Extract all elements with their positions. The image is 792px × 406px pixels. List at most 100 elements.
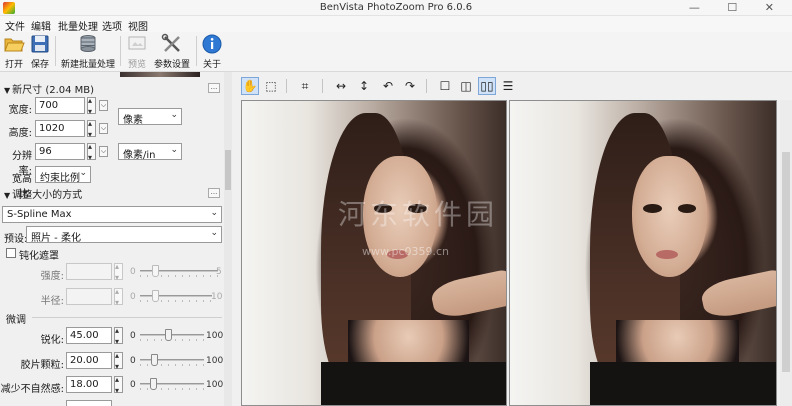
preset-select[interactable]: 照片 - 柔化 ⌄ [26, 226, 222, 244]
scrollbar-thumb[interactable] [782, 152, 790, 372]
fit-width-icon[interactable]: ↔ [332, 77, 350, 95]
scrollbar-thumb[interactable] [225, 150, 231, 190]
size-unit-select[interactable]: 像素 ⌄ [118, 108, 182, 126]
resize-method-options-button[interactable]: ... [208, 188, 220, 198]
side-by-side-view-icon[interactable]: ▯▯ [478, 77, 496, 95]
artifact-reduction-max: 100 [206, 380, 224, 390]
collapse-triangle-icon: ▼ [4, 86, 11, 95]
preview-image-pane[interactable] [509, 100, 777, 406]
hand-tool-icon[interactable]: ✋ [241, 77, 259, 95]
slider-handle[interactable] [151, 354, 158, 366]
strength-label: 强度: [40, 271, 64, 282]
width-spinner[interactable] [87, 96, 96, 116]
watermark-url: www.pc0359.cn [362, 245, 450, 258]
next-field-input[interactable] [66, 400, 112, 406]
new-batch-button[interactable]: 新建批量处理 [60, 33, 116, 70]
artifact-reduction-slider[interactable] [140, 378, 204, 390]
about-button[interactable]: 关于 [200, 33, 224, 70]
strength-min: 0 [130, 267, 136, 277]
radius-input[interactable] [66, 288, 112, 305]
save-label: 保存 [30, 60, 49, 70]
watermark-logo: 河东软件园 [338, 198, 499, 231]
toolbar-divider [322, 79, 323, 93]
radius-spinner[interactable] [114, 287, 123, 307]
artifact-reduction-spinner[interactable] [114, 375, 123, 395]
toolbar-divider [196, 36, 197, 66]
rotate-right-icon[interactable]: ↷ [401, 77, 419, 95]
folder-open-icon [4, 38, 25, 52]
open-button[interactable]: 打开 [2, 33, 26, 70]
chevron-down-icon: ⌄ [170, 145, 178, 155]
new-size-options-button[interactable]: ... [208, 83, 220, 93]
floppy-disk-icon [31, 35, 49, 53]
strength-slider[interactable] [140, 265, 218, 277]
settings-panel: ▼新尺寸 (2.04 MB) ... 宽度: 700 ⌵ 高度: 1020 ⌵ … [0, 72, 232, 406]
sharpen-slider[interactable] [140, 329, 204, 341]
toolbar-divider [120, 36, 121, 66]
preview-scrollbar[interactable] [780, 100, 792, 406]
radius-max: 10 [211, 292, 223, 302]
resolution-input[interactable]: 96 [35, 143, 85, 160]
original-image-pane[interactable]: 河东软件园 www.pc0359.cn [241, 100, 507, 406]
rotate-left-icon[interactable]: ↶ [379, 77, 397, 95]
info-icon [202, 34, 222, 54]
height-input[interactable]: 1020 [35, 120, 85, 137]
slider-handle[interactable] [150, 378, 157, 390]
link-icon[interactable]: ⌵ [99, 100, 108, 111]
preview-icon [128, 36, 146, 50]
single-view-icon[interactable]: ☐ [436, 77, 454, 95]
chevron-down-icon: ⌄ [210, 228, 218, 238]
radius-slider[interactable] [140, 290, 212, 302]
toolbar-divider [55, 36, 56, 66]
settings-button[interactable]: 参数设置 [153, 33, 191, 70]
menu-bar: 文件 编辑 批量处理 选项 视图 [0, 16, 792, 33]
film-grain-slider[interactable] [140, 354, 204, 366]
artifact-reduction-input[interactable]: 18.00 [66, 376, 112, 393]
resolution-spinner[interactable] [87, 142, 96, 162]
slider-handle[interactable] [165, 329, 172, 341]
slider-handle[interactable] [152, 290, 159, 302]
artifact-reduction-label: 减少不自然感: [0, 384, 64, 395]
preview-button[interactable]: 预览 [124, 33, 150, 70]
link-icon[interactable]: ⌵ [99, 146, 108, 157]
toolbar-divider [286, 79, 287, 93]
stacked-view-icon[interactable]: ☰ [499, 77, 517, 95]
radius-min: 0 [130, 292, 136, 302]
tools-icon [161, 33, 180, 52]
unsharp-mask-checkbox[interactable] [6, 248, 16, 258]
film-grain-input[interactable]: 20.00 [66, 352, 112, 369]
film-grain-spinner[interactable] [114, 351, 123, 371]
new-size-header[interactable]: ▼ 新尺寸 (2.04 MB) [4, 81, 94, 96]
save-button[interactable]: 保存 [28, 33, 52, 70]
height-label: 高度: [8, 128, 32, 139]
resize-method-select[interactable]: S-Spline Max ⌄ [2, 206, 222, 223]
finetune-header: 微调 [6, 315, 26, 326]
resolution-unit-select[interactable]: 像素/in ⌄ [118, 143, 182, 161]
strength-spinner[interactable] [114, 262, 123, 282]
film-grain-max: 100 [206, 356, 224, 366]
sharpen-min: 0 [130, 331, 136, 341]
resize-method-title: 调整大小的方式 [12, 190, 83, 201]
main-toolbar: 打开 保存 新建批量处理 预览 参数设置 关于 [0, 32, 792, 72]
window-controls[interactable]: — ☐ ✕ [689, 1, 786, 14]
film-grain-label: 胶片颗粒: [20, 360, 64, 371]
section-divider [32, 317, 222, 318]
sharpen-spinner[interactable] [114, 326, 123, 346]
settings-scrollbar[interactable] [224, 72, 232, 406]
size-unit-value: 像素 [123, 115, 143, 126]
unsharp-mask-label: 钝化遮罩 [19, 251, 59, 262]
open-label: 打开 [4, 60, 23, 70]
sharpen-input[interactable]: 45.00 [66, 327, 112, 344]
slider-handle[interactable] [152, 265, 159, 277]
strength-input[interactable] [66, 263, 112, 280]
aspect-ratio-select[interactable]: 约束比例 ⌄ [35, 166, 91, 184]
sharpen-max: 100 [206, 331, 224, 341]
crop-icon[interactable]: ⌗ [296, 77, 314, 95]
resize-method-header[interactable]: ▼ 调整大小的方式 [4, 186, 82, 201]
height-spinner[interactable] [87, 119, 96, 139]
width-input[interactable]: 700 [35, 97, 85, 114]
link-icon[interactable]: ⌵ [99, 123, 108, 134]
fit-height-icon[interactable]: ↕ [355, 77, 373, 95]
marquee-select-icon[interactable]: ⬚ [262, 77, 280, 95]
split-view-icon[interactable]: ◫ [457, 77, 475, 95]
